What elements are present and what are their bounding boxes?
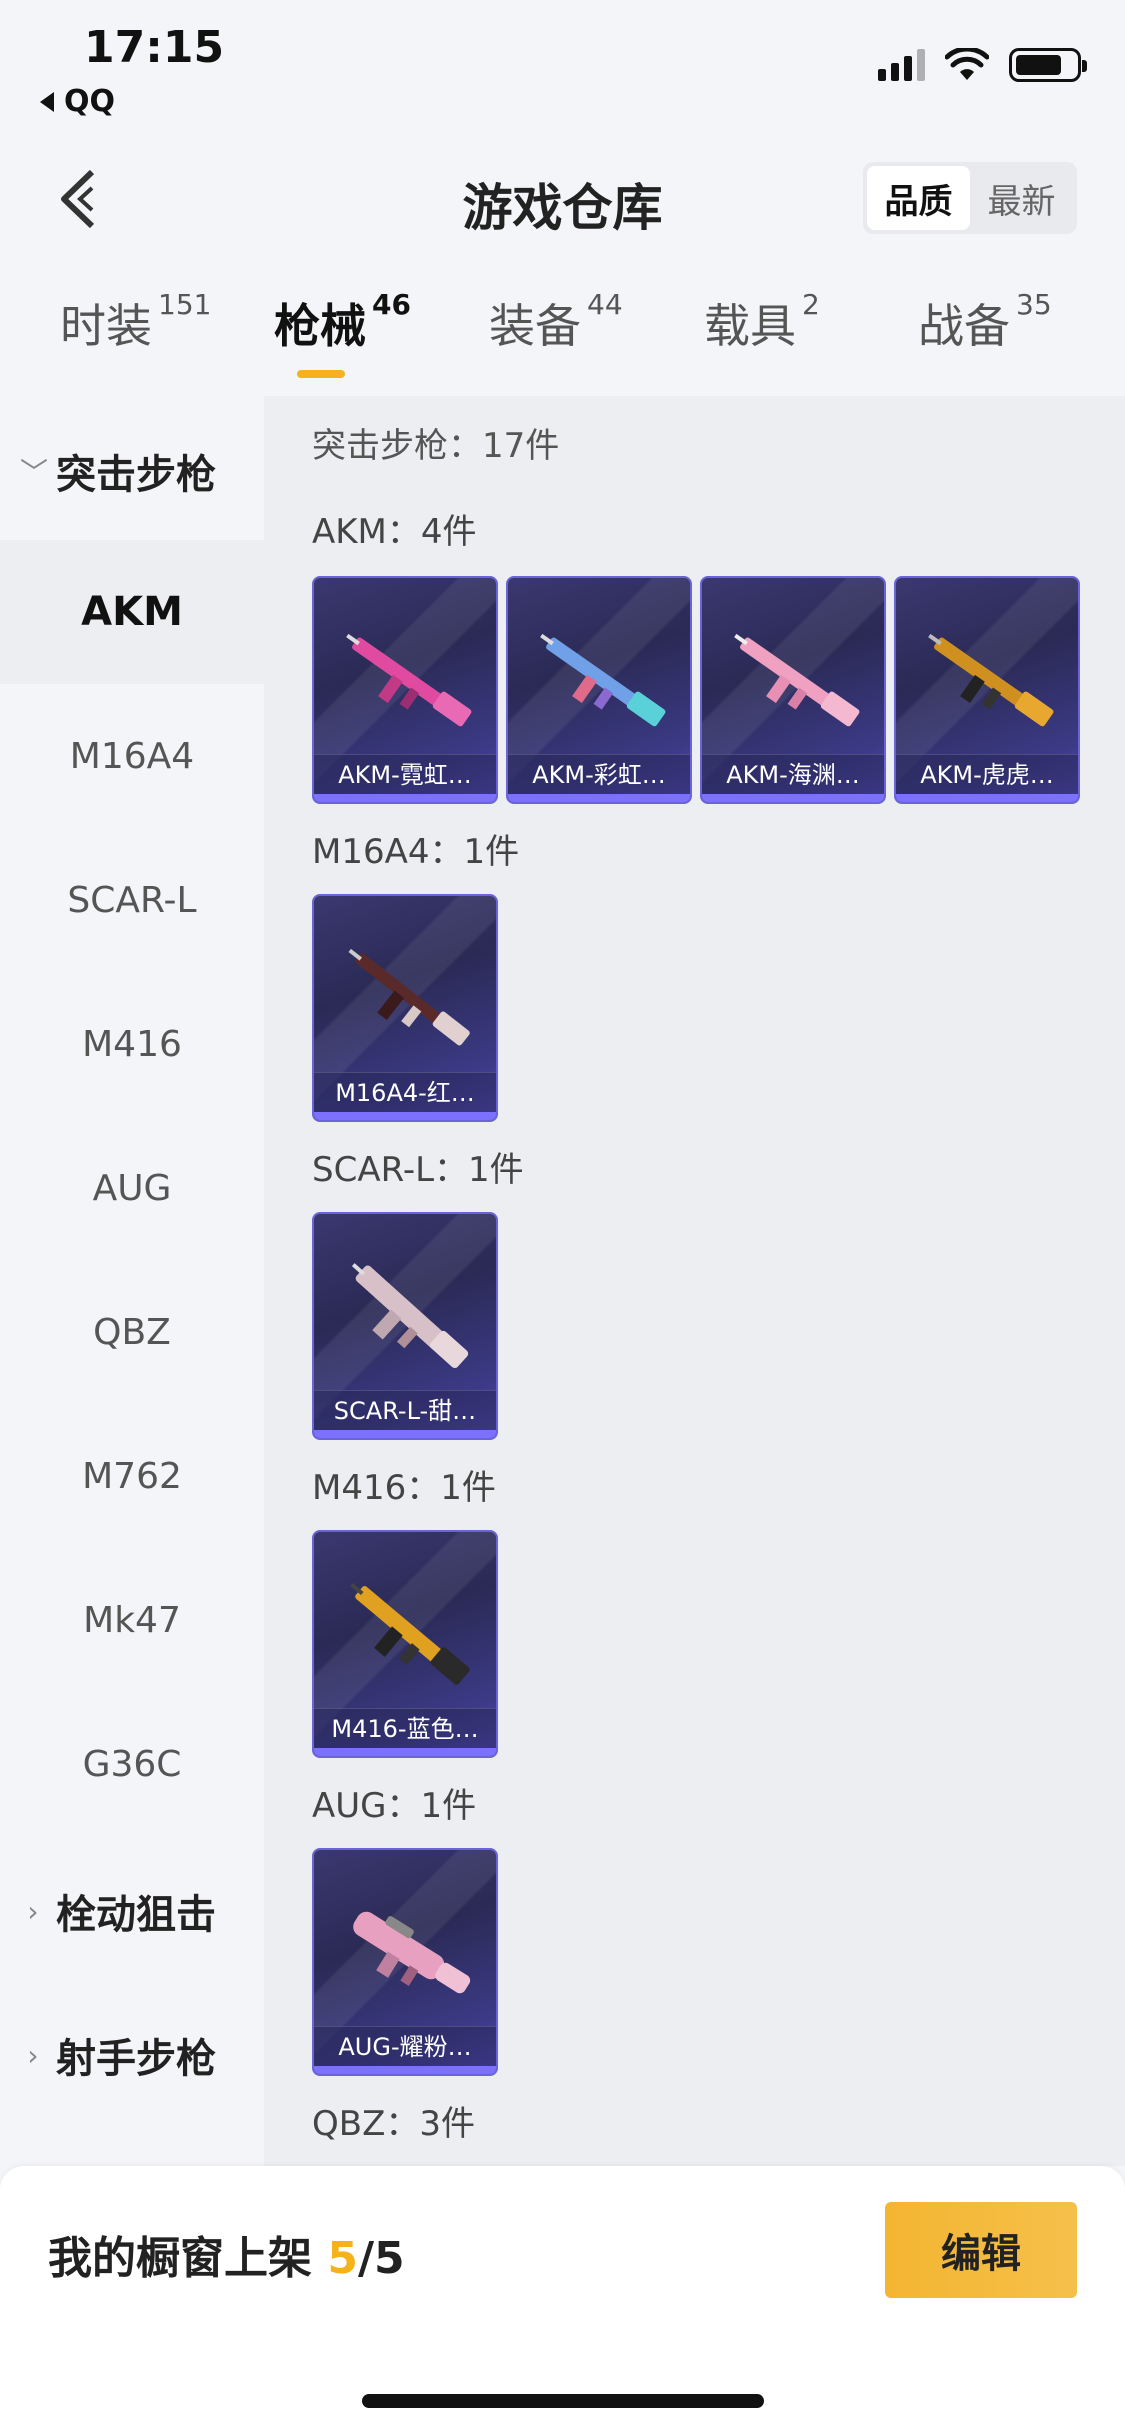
page-header: 游戏仓库 品质 最新 xyxy=(0,150,1125,250)
weapon-card-akm-2[interactable]: AKM-彩虹… xyxy=(506,576,692,804)
weapon-card-label: AKM-霓虹… xyxy=(314,754,496,794)
weapon-card-label: SCAR-L-甜… xyxy=(314,1390,496,1430)
back-to-app-link[interactable]: QQ xyxy=(40,84,115,119)
sidebar-item-m16a4[interactable]: M16A4 xyxy=(0,684,264,828)
tab-vehicles[interactable]: 载具 2 xyxy=(704,288,820,356)
tab-guns[interactable]: 枪械 46 xyxy=(274,288,411,356)
home-indicator[interactable] xyxy=(362,2394,764,2408)
sidebar-group-bolt-sniper[interactable]: › 栓动狙击 xyxy=(20,1882,216,1940)
sidebar-item-m762[interactable]: M762 xyxy=(0,1404,264,1548)
sidebar-group-assault-rifle[interactable]: ﹀ 突击步枪 xyxy=(20,442,216,500)
weapon-card-m416-1[interactable]: M416-蓝色… xyxy=(312,1530,498,1758)
status-time: 17:15 xyxy=(84,22,225,73)
status-bar: 17:15 QQ xyxy=(0,0,1125,130)
tab-equipment[interactable]: 装备 44 xyxy=(489,288,623,356)
wifi-icon xyxy=(945,48,989,80)
sidebar-item-akm[interactable]: AKM xyxy=(0,540,264,684)
tab-fashion[interactable]: 时装 151 xyxy=(60,288,211,356)
rifle-skin-image xyxy=(348,948,470,1046)
weapon-content: 突击步枪：17件 AKM：4件 AKM-霓虹… AKM-彩虹… AKM-海渊… … xyxy=(264,396,1125,2166)
rifle-skin-image xyxy=(351,1263,469,1369)
weapon-card-label: AKM-彩虹… xyxy=(508,754,690,794)
sort-newest-button[interactable]: 最新 xyxy=(970,166,1073,230)
category-tabs: 时装 151 枪械 46 装备 44 载具 2 战备 35 xyxy=(0,288,1125,390)
battery-icon xyxy=(1009,48,1087,82)
group-title-m16a4: M16A4：1件 xyxy=(312,832,520,872)
active-tab-indicator xyxy=(297,370,345,378)
category-count-title: 突击步枪：17件 xyxy=(312,426,560,466)
sidebar-item-m416[interactable]: M416 xyxy=(0,972,264,1116)
sidebar-item-g36c[interactable]: G36C xyxy=(0,1692,264,1836)
rifle-skin-image xyxy=(346,633,472,727)
cellular-signal-icon xyxy=(878,49,925,81)
back-triangle-icon xyxy=(40,91,54,112)
weapon-card-label: M16A4-红… xyxy=(314,1072,496,1112)
back-app-label: QQ xyxy=(64,84,116,119)
rifle-skin-image xyxy=(928,633,1054,727)
showcase-status: 我的橱窗上架 5/5 xyxy=(48,2233,405,2284)
sidebar-item-qbz[interactable]: QBZ xyxy=(0,1260,264,1404)
rifle-skin-image xyxy=(734,633,860,727)
sidebar-group-marksman-rifle[interactable]: › 射手步枪 xyxy=(20,2026,216,2084)
chevron-right-icon: › xyxy=(27,2038,39,2072)
showcase-total-count: /5 xyxy=(357,2233,405,2284)
weapon-card-scar-l-1[interactable]: SCAR-L-甜… xyxy=(312,1212,498,1440)
group-title-scar-l: SCAR-L：1件 xyxy=(312,1150,524,1190)
chevron-right-icon: › xyxy=(27,1894,39,1928)
weapon-card-aug-1[interactable]: AUG-耀粉… xyxy=(312,1848,498,2076)
weapon-card-label: M416-蓝色… xyxy=(314,1708,496,1748)
weapon-sidebar: ﹀ 突击步枪 AKM M16A4 SCAR-L M416 AUG QBZ M76… xyxy=(0,396,264,2166)
weapon-card-label: AUG-耀粉… xyxy=(314,2026,496,2066)
rifle-skin-image xyxy=(350,1582,470,1685)
group-title-qbz: QBZ：3件 xyxy=(312,2104,476,2144)
weapon-card-label: AKM-虎虎… xyxy=(896,754,1078,794)
weapon-card-label: AKM-海渊… xyxy=(702,754,884,794)
weapon-card-akm-3[interactable]: AKM-海渊… xyxy=(700,576,886,804)
chevron-down-icon: ﹀ xyxy=(20,456,49,489)
sort-toggle[interactable]: 品质 最新 xyxy=(863,162,1077,234)
sidebar-item-scar-l[interactable]: SCAR-L xyxy=(0,828,264,972)
sort-quality-button[interactable]: 品质 xyxy=(867,166,970,230)
group-title-aug: AUG：1件 xyxy=(312,1786,477,1826)
sidebar-item-aug[interactable]: AUG xyxy=(0,1116,264,1260)
weapon-card-akm-4[interactable]: AKM-虎虎… xyxy=(894,576,1080,804)
sidebar-item-mk47[interactable]: Mk47 xyxy=(0,1548,264,1692)
rifle-skin-image xyxy=(353,1911,471,1994)
group-title-akm: AKM：4件 xyxy=(312,512,477,552)
group-title-m416: M416：1件 xyxy=(312,1468,496,1508)
rifle-skin-image xyxy=(540,633,666,727)
edit-button[interactable]: 编辑 xyxy=(885,2202,1077,2298)
weapon-card-akm-1[interactable]: AKM-霓虹… xyxy=(312,576,498,804)
weapon-card-m16a4-1[interactable]: M16A4-红… xyxy=(312,894,498,1122)
showcase-current-count: 5 xyxy=(327,2233,358,2284)
tab-war-supplies[interactable]: 战备 35 xyxy=(918,288,1052,356)
system-icons xyxy=(878,48,1087,82)
